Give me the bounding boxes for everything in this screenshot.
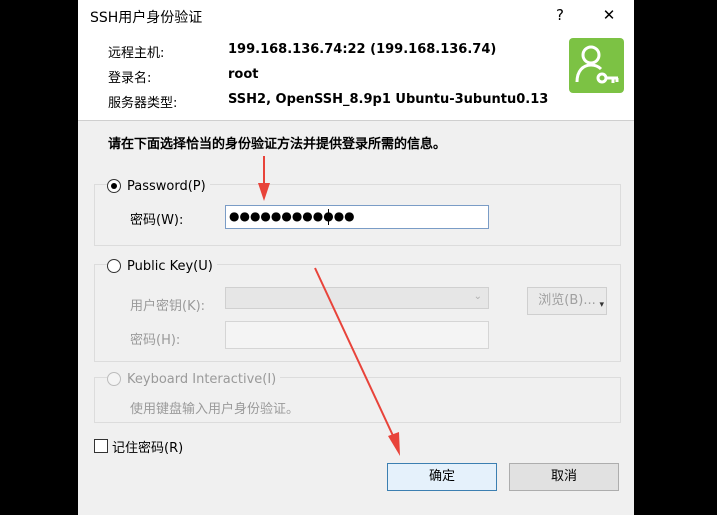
arrow-to-password — [258, 156, 270, 201]
annotation-arrows — [258, 156, 400, 456]
arrow-to-ok — [314, 267, 400, 456]
